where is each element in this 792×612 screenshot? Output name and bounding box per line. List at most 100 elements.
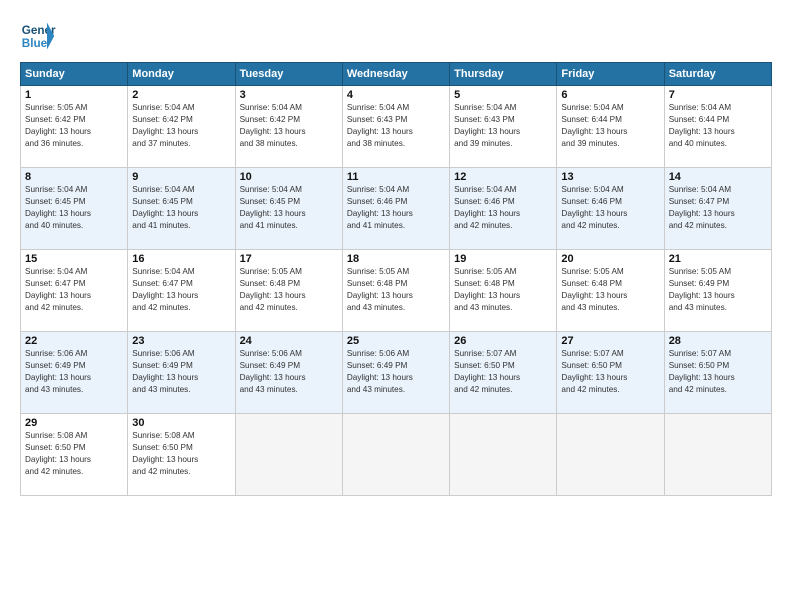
calendar-cell: [450, 414, 557, 496]
day-info: Sunrise: 5:04 AMSunset: 6:44 PMDaylight:…: [561, 102, 659, 150]
calendar-cell: 30 Sunrise: 5:08 AMSunset: 6:50 PMDaylig…: [128, 414, 235, 496]
day-number: 10: [240, 171, 338, 183]
day-info: Sunrise: 5:06 AMSunset: 6:49 PMDaylight:…: [240, 348, 338, 396]
calendar-table: SundayMondayTuesdayWednesdayThursdayFrid…: [20, 62, 772, 496]
day-number: 5: [454, 89, 552, 101]
day-info: Sunrise: 5:05 AMSunset: 6:42 PMDaylight:…: [25, 102, 123, 150]
calendar-cell: 11 Sunrise: 5:04 AMSunset: 6:46 PMDaylig…: [342, 168, 449, 250]
day-info: Sunrise: 5:04 AMSunset: 6:46 PMDaylight:…: [347, 184, 445, 232]
day-number: 7: [669, 89, 767, 101]
weekday-header-row: SundayMondayTuesdayWednesdayThursdayFrid…: [21, 63, 772, 86]
day-number: 12: [454, 171, 552, 183]
day-number: 25: [347, 335, 445, 347]
logo-icon: General Blue: [20, 18, 56, 54]
day-info: Sunrise: 5:07 AMSunset: 6:50 PMDaylight:…: [454, 348, 552, 396]
day-info: Sunrise: 5:06 AMSunset: 6:49 PMDaylight:…: [25, 348, 123, 396]
calendar-cell: 2 Sunrise: 5:04 AMSunset: 6:42 PMDayligh…: [128, 86, 235, 168]
calendar-cell: [342, 414, 449, 496]
day-number: 9: [132, 171, 230, 183]
day-number: 2: [132, 89, 230, 101]
day-info: Sunrise: 5:04 AMSunset: 6:42 PMDaylight:…: [132, 102, 230, 150]
day-number: 19: [454, 253, 552, 265]
day-number: 21: [669, 253, 767, 265]
header: General Blue: [20, 18, 772, 54]
day-info: Sunrise: 5:05 AMSunset: 6:48 PMDaylight:…: [454, 266, 552, 314]
calendar-cell: 15 Sunrise: 5:04 AMSunset: 6:47 PMDaylig…: [21, 250, 128, 332]
calendar-cell: 6 Sunrise: 5:04 AMSunset: 6:44 PMDayligh…: [557, 86, 664, 168]
day-number: 27: [561, 335, 659, 347]
weekday-header-thursday: Thursday: [450, 63, 557, 86]
calendar-cell: 10 Sunrise: 5:04 AMSunset: 6:45 PMDaylig…: [235, 168, 342, 250]
calendar-cell: 19 Sunrise: 5:05 AMSunset: 6:48 PMDaylig…: [450, 250, 557, 332]
calendar-cell: 23 Sunrise: 5:06 AMSunset: 6:49 PMDaylig…: [128, 332, 235, 414]
weekday-header-sunday: Sunday: [21, 63, 128, 86]
weekday-header-tuesday: Tuesday: [235, 63, 342, 86]
calendar-cell: 7 Sunrise: 5:04 AMSunset: 6:44 PMDayligh…: [664, 86, 771, 168]
day-number: 14: [669, 171, 767, 183]
day-info: Sunrise: 5:07 AMSunset: 6:50 PMDaylight:…: [669, 348, 767, 396]
calendar-cell: 13 Sunrise: 5:04 AMSunset: 6:46 PMDaylig…: [557, 168, 664, 250]
calendar-cell: 1 Sunrise: 5:05 AMSunset: 6:42 PMDayligh…: [21, 86, 128, 168]
day-info: Sunrise: 5:04 AMSunset: 6:47 PMDaylight:…: [669, 184, 767, 232]
calendar-cell: [235, 414, 342, 496]
day-info: Sunrise: 5:04 AMSunset: 6:43 PMDaylight:…: [347, 102, 445, 150]
day-info: Sunrise: 5:04 AMSunset: 6:45 PMDaylight:…: [240, 184, 338, 232]
weekday-header-friday: Friday: [557, 63, 664, 86]
day-number: 24: [240, 335, 338, 347]
day-number: 20: [561, 253, 659, 265]
day-info: Sunrise: 5:04 AMSunset: 6:45 PMDaylight:…: [25, 184, 123, 232]
calendar-cell: 22 Sunrise: 5:06 AMSunset: 6:49 PMDaylig…: [21, 332, 128, 414]
weekday-header-monday: Monday: [128, 63, 235, 86]
week-row-1: 1 Sunrise: 5:05 AMSunset: 6:42 PMDayligh…: [21, 86, 772, 168]
weekday-header-wednesday: Wednesday: [342, 63, 449, 86]
day-info: Sunrise: 5:07 AMSunset: 6:50 PMDaylight:…: [561, 348, 659, 396]
day-info: Sunrise: 5:04 AMSunset: 6:46 PMDaylight:…: [454, 184, 552, 232]
calendar-cell: 12 Sunrise: 5:04 AMSunset: 6:46 PMDaylig…: [450, 168, 557, 250]
week-row-3: 15 Sunrise: 5:04 AMSunset: 6:47 PMDaylig…: [21, 250, 772, 332]
day-number: 13: [561, 171, 659, 183]
calendar-cell: 18 Sunrise: 5:05 AMSunset: 6:48 PMDaylig…: [342, 250, 449, 332]
day-number: 18: [347, 253, 445, 265]
day-info: Sunrise: 5:08 AMSunset: 6:50 PMDaylight:…: [132, 430, 230, 478]
calendar-cell: 26 Sunrise: 5:07 AMSunset: 6:50 PMDaylig…: [450, 332, 557, 414]
day-info: Sunrise: 5:04 AMSunset: 6:47 PMDaylight:…: [25, 266, 123, 314]
calendar-cell: 29 Sunrise: 5:08 AMSunset: 6:50 PMDaylig…: [21, 414, 128, 496]
calendar-cell: 28 Sunrise: 5:07 AMSunset: 6:50 PMDaylig…: [664, 332, 771, 414]
calendar-cell: [557, 414, 664, 496]
day-info: Sunrise: 5:06 AMSunset: 6:49 PMDaylight:…: [347, 348, 445, 396]
day-number: 29: [25, 417, 123, 429]
day-info: Sunrise: 5:04 AMSunset: 6:42 PMDaylight:…: [240, 102, 338, 150]
day-info: Sunrise: 5:05 AMSunset: 6:48 PMDaylight:…: [347, 266, 445, 314]
calendar-cell: 3 Sunrise: 5:04 AMSunset: 6:42 PMDayligh…: [235, 86, 342, 168]
day-info: Sunrise: 5:04 AMSunset: 6:47 PMDaylight:…: [132, 266, 230, 314]
day-number: 30: [132, 417, 230, 429]
day-number: 6: [561, 89, 659, 101]
page: General Blue SundayMondayTuesdayWednesda…: [0, 0, 792, 612]
day-number: 28: [669, 335, 767, 347]
calendar-cell: 27 Sunrise: 5:07 AMSunset: 6:50 PMDaylig…: [557, 332, 664, 414]
day-number: 11: [347, 171, 445, 183]
calendar-cell: 25 Sunrise: 5:06 AMSunset: 6:49 PMDaylig…: [342, 332, 449, 414]
calendar-cell: 4 Sunrise: 5:04 AMSunset: 6:43 PMDayligh…: [342, 86, 449, 168]
calendar-cell: 21 Sunrise: 5:05 AMSunset: 6:49 PMDaylig…: [664, 250, 771, 332]
day-info: Sunrise: 5:04 AMSunset: 6:46 PMDaylight:…: [561, 184, 659, 232]
calendar-cell: 14 Sunrise: 5:04 AMSunset: 6:47 PMDaylig…: [664, 168, 771, 250]
calendar-cell: 16 Sunrise: 5:04 AMSunset: 6:47 PMDaylig…: [128, 250, 235, 332]
svg-text:Blue: Blue: [22, 37, 48, 50]
day-info: Sunrise: 5:05 AMSunset: 6:48 PMDaylight:…: [561, 266, 659, 314]
week-row-5: 29 Sunrise: 5:08 AMSunset: 6:50 PMDaylig…: [21, 414, 772, 496]
day-info: Sunrise: 5:04 AMSunset: 6:45 PMDaylight:…: [132, 184, 230, 232]
calendar-cell: 17 Sunrise: 5:05 AMSunset: 6:48 PMDaylig…: [235, 250, 342, 332]
day-number: 3: [240, 89, 338, 101]
day-number: 26: [454, 335, 552, 347]
day-info: Sunrise: 5:06 AMSunset: 6:49 PMDaylight:…: [132, 348, 230, 396]
day-number: 1: [25, 89, 123, 101]
calendar-cell: 9 Sunrise: 5:04 AMSunset: 6:45 PMDayligh…: [128, 168, 235, 250]
day-number: 8: [25, 171, 123, 183]
calendar-cell: 8 Sunrise: 5:04 AMSunset: 6:45 PMDayligh…: [21, 168, 128, 250]
day-number: 15: [25, 253, 123, 265]
day-number: 16: [132, 253, 230, 265]
weekday-header-saturday: Saturday: [664, 63, 771, 86]
day-info: Sunrise: 5:08 AMSunset: 6:50 PMDaylight:…: [25, 430, 123, 478]
week-row-4: 22 Sunrise: 5:06 AMSunset: 6:49 PMDaylig…: [21, 332, 772, 414]
